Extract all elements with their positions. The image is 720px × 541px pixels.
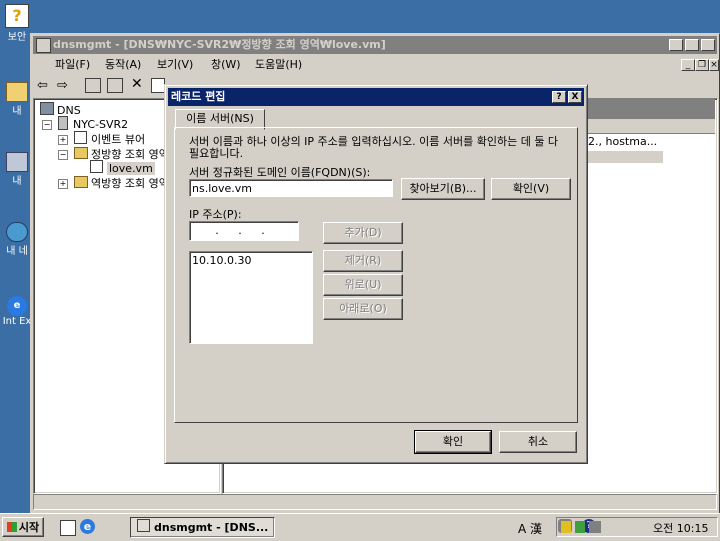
windows-logo-icon [6, 522, 17, 532]
clock[interactable]: 오전 10:15 [653, 520, 708, 536]
security-help-icon[interactable]: ? 보안 [0, 4, 34, 43]
record-data-cell: 2., hostma... [588, 135, 658, 148]
maximize-button[interactable]: □ [685, 39, 699, 51]
desktop-icon-label: 내 [12, 106, 22, 117]
tree-item-dns[interactable]: DNS [40, 102, 81, 117]
close-button[interactable]: × [701, 39, 715, 51]
description-text: 서버 이름과 하나 이상의 IP 주소를 입력하십시오. 이름 서버를 확인하는… [189, 135, 559, 160]
internet-explorer-quicklaunch-icon[interactable]: e [80, 519, 95, 534]
minimize-button[interactable]: _ [669, 39, 683, 51]
properties-icon[interactable] [151, 78, 165, 93]
start-label: 시작 [18, 521, 40, 534]
folder-icon [74, 176, 88, 188]
collapse-icon[interactable]: − [42, 120, 52, 130]
ok-button[interactable]: 확인 [414, 430, 492, 454]
mmc-app-icon [36, 38, 51, 53]
task-label: dnsmgmt - [DNS... [154, 521, 269, 534]
delete-icon[interactable]: ✕ [131, 76, 143, 92]
my-documents-icon[interactable]: 내 [0, 82, 34, 117]
internet-explorer-icon[interactable]: e Int Ex [0, 296, 34, 327]
menu-action[interactable]: 동작(A) [105, 56, 141, 74]
dialog-title-text: 레코드 편집 [171, 90, 226, 103]
ime-indicator[interactable]: A 漢 [518, 520, 542, 537]
move-up-button[interactable]: 위로(U) [323, 274, 403, 296]
fqdn-input[interactable]: ns.love.vm [189, 179, 393, 197]
show-desktop-icon[interactable] [60, 520, 76, 536]
zone-icon [90, 160, 103, 173]
back-arrow-icon[interactable]: ⇦ [37, 78, 48, 93]
move-down-button[interactable]: 아래로(O) [323, 298, 403, 320]
expand-icon[interactable]: + [58, 179, 68, 189]
expand-icon[interactable]: + [58, 135, 68, 145]
mmc-title-bar[interactable]: dnsmgmt - [DNS₩NYC-SVR2₩정방향 조회 영역₩love.v… [33, 36, 717, 54]
event-viewer-icon [74, 131, 87, 144]
tree-label: love.vm [107, 162, 155, 175]
dialog-title-bar[interactable]: 레코드 편집 ? X [168, 88, 584, 106]
system-tray: 오전 10:15 [556, 517, 718, 537]
server-icon [58, 116, 68, 130]
menu-view[interactable]: 보기(V) [157, 56, 193, 74]
show-hide-tree-icon[interactable] [107, 78, 123, 93]
edit-record-dialog: 레코드 편집 ? X 이름 서버(NS) 서버 이름과 하나 이상의 IP 주소… [164, 84, 588, 464]
fqdn-label: 서버 정규화된 도메인 이름(FQDN)(S): [189, 166, 371, 179]
up-folder-icon[interactable] [85, 78, 101, 93]
folder-icon [74, 147, 88, 159]
menu-bar: 파일(F) 동작(A) 보기(V) 창(W) 도움말(H) _ ❐ × [33, 56, 719, 74]
tree-label: 이벤트 뷰어 [91, 133, 146, 146]
dialog-close-button[interactable]: X [568, 91, 582, 103]
resolve-button[interactable]: 확인(V) [491, 178, 571, 200]
dns-icon [40, 102, 54, 115]
desktop-icon-label: 내 네 [6, 246, 28, 257]
ip-address-list[interactable]: 10.10.0.30 [189, 251, 313, 344]
status-bar [33, 494, 717, 510]
desktop-icon-label: Int Ex [2, 316, 32, 327]
remove-button[interactable]: 제거(R) [323, 250, 403, 272]
doc-restore-button[interactable]: ❐ [695, 59, 709, 71]
tree-item-zone[interactable]: love.vm [90, 160, 155, 175]
tree-label: NYC-SVR2 [73, 118, 129, 131]
browse-button[interactable]: 찾아보기(B)... [401, 178, 485, 200]
ip-address-label: IP 주소(P): [189, 208, 242, 221]
ip-list-item[interactable]: 10.10.0.30 [192, 254, 310, 267]
mmc-title-text: dnsmgmt - [DNS₩NYC-SVR2₩정방향 조회 영역₩love.v… [53, 38, 386, 51]
help-button[interactable]: ? [552, 91, 566, 103]
ip-address-input[interactable]: . . . [189, 221, 299, 241]
cancel-button[interactable]: 취소 [499, 431, 577, 453]
menu-window[interactable]: 창(W) [211, 56, 241, 74]
start-button[interactable]: 시작 [2, 517, 44, 537]
menu-help[interactable]: 도움말(H) [255, 56, 302, 74]
add-button[interactable]: 추가(D) [323, 222, 403, 244]
document-icon[interactable] [35, 58, 49, 72]
task-button-dnsmgmt[interactable]: dnsmgmt - [DNS... [130, 517, 275, 538]
tab-panel: 서버 이름과 하나 이상의 IP 주소를 입력하십시오. 이름 서버를 확인하는… [174, 127, 578, 423]
security-alert-icon[interactable] [561, 521, 571, 533]
tree-item-reverse-zones[interactable]: 역방향 조회 영역 [74, 175, 169, 191]
tree-item-event-viewer[interactable]: 이벤트 뷰어 [74, 131, 145, 147]
my-computer-icon[interactable]: 내 [0, 152, 34, 187]
tree-item-server[interactable]: NYC-SVR2 [58, 116, 128, 131]
doc-close-button[interactable]: × [709, 59, 719, 71]
menu-file[interactable]: 파일(F) [55, 56, 90, 74]
network-icon[interactable] [589, 521, 601, 533]
doc-minimize-button[interactable]: _ [681, 59, 695, 71]
tree-label: 역방향 조회 영역 [91, 177, 169, 190]
shield-icon[interactable] [575, 521, 585, 533]
collapse-icon[interactable]: − [58, 150, 68, 160]
desktop-icon-label: 내 [12, 176, 22, 187]
mmc-task-icon [137, 519, 150, 532]
my-network-icon[interactable]: 내 네 [0, 222, 34, 257]
taskbar: 시작 e dnsmgmt - [DNS... A 漢 ? 오전 10:15 [0, 513, 720, 541]
desktop-icon-label: 보안 [7, 32, 27, 43]
forward-arrow-icon[interactable]: ⇨ [57, 78, 68, 93]
